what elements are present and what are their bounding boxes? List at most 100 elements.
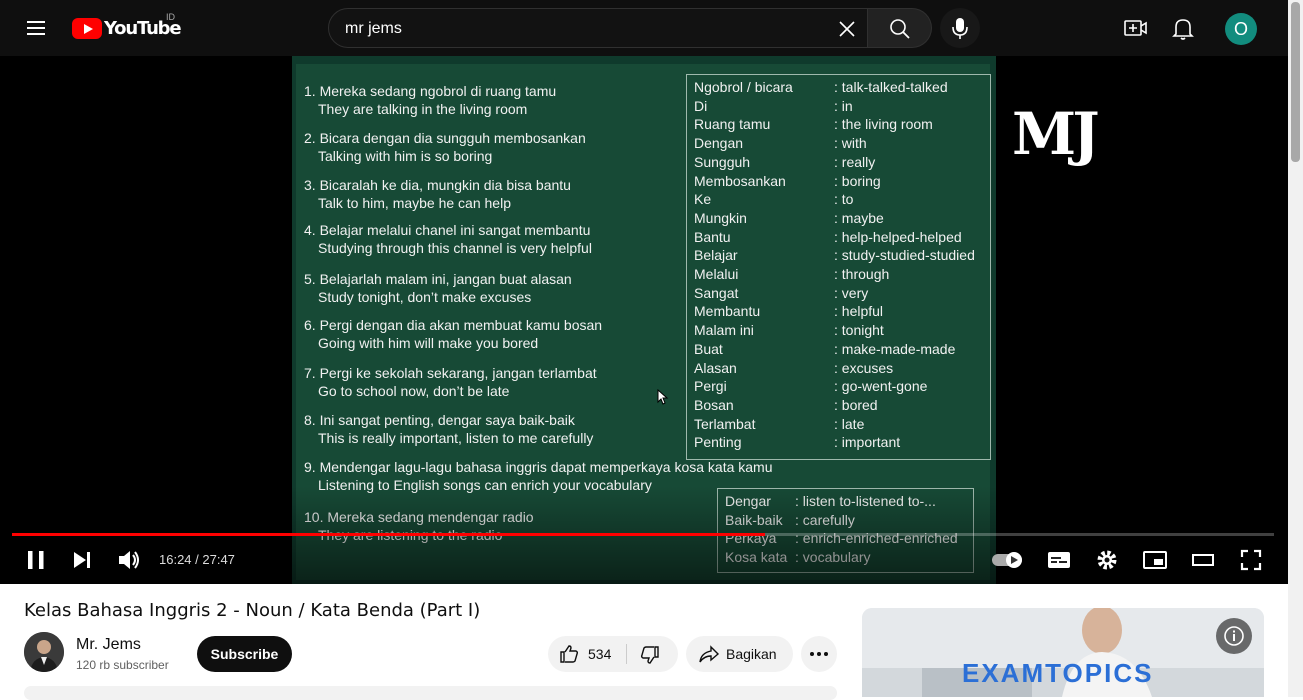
search-input[interactable] <box>345 18 825 40</box>
vocab-meaning: : important <box>834 434 901 451</box>
pause-icon <box>28 551 44 569</box>
settings-button[interactable] <box>1091 544 1123 576</box>
progress-fill <box>12 533 765 536</box>
vocab-row: Sangat: very <box>694 284 988 303</box>
vocab-word: Dengan <box>694 135 744 152</box>
youtube-logo[interactable]: YouTube ID <box>72 12 182 40</box>
page-scrollbar[interactable] <box>1288 0 1303 697</box>
autoplay-toggle-icon <box>992 552 1022 568</box>
search-box <box>328 8 868 48</box>
vocab-meaning: : late <box>834 415 865 432</box>
vocab-meaning: : help-helped-helped <box>834 228 962 245</box>
fullscreen-button[interactable] <box>1235 544 1267 576</box>
vocab-row: Malam ini : tonight <box>694 321 988 340</box>
vocab-meaning: : tonight <box>834 322 884 339</box>
dislike-button[interactable] <box>627 636 678 672</box>
vocab-row: Terlambat : late <box>694 415 988 434</box>
watch-metadata: Kelas Bahasa Inggris 2 - Noun / Kata Ben… <box>0 584 1288 700</box>
vocab-word: Penting <box>694 434 742 451</box>
time-display: 16:24 / 27:47 <box>159 552 235 567</box>
autoplay-toggle[interactable] <box>990 544 1026 576</box>
theater-mode-button[interactable] <box>1187 544 1219 576</box>
sentence-english: Talk to him, maybe he can help <box>318 195 511 211</box>
vocab-word: Belajar <box>694 247 738 264</box>
more-horizontal-icon <box>810 652 828 656</box>
vocab-row: Melalui: through <box>694 265 988 284</box>
board-sentence: 4. Belajar melalui chanel ini sangat mem… <box>304 221 592 257</box>
vocab-word: Melalui <box>694 266 739 282</box>
subscribe-button[interactable]: Subscribe <box>197 636 292 672</box>
more-actions-button[interactable] <box>801 636 837 672</box>
sentence-english: Studying through this channel is very he… <box>318 240 592 256</box>
share-button[interactable]: Bagikan <box>686 636 793 672</box>
mouse-cursor-icon <box>657 389 669 405</box>
like-count: 534 <box>588 646 612 662</box>
sentence-english: Going with him will make you bored <box>318 335 539 351</box>
ad-info-button[interactable] <box>1216 618 1252 654</box>
clear-search-button[interactable] <box>833 15 861 43</box>
vocab-row: Sungguh : really <box>694 153 988 172</box>
vocab-row: Alasan : excuses <box>694 359 988 378</box>
mute-button[interactable] <box>112 544 144 576</box>
share-label: Bagikan <box>726 646 777 662</box>
sentence-indonesian: 2. Bicara dengan dia sungguh membosankan <box>304 130 586 146</box>
subtitles-icon <box>1048 552 1070 568</box>
channel-watermark: MJ <box>1012 100 1100 168</box>
sentence-indonesian: 3. Bicaralah ke dia, mungkin dia bisa ba… <box>304 177 571 193</box>
vocab-word: Ke <box>694 191 712 208</box>
vocab-word: Alasan <box>694 359 737 376</box>
like-button[interactable]: 534 <box>548 636 626 672</box>
vocab-row: Bantu: help-helped-helped <box>694 228 988 247</box>
voice-search-button[interactable] <box>940 8 980 48</box>
channel-avatar[interactable] <box>24 632 64 672</box>
ad-banner[interactable]: EXAMTOPICS <box>862 608 1264 697</box>
vocab-row: Belajar: study-studied-studied <box>694 246 988 265</box>
notifications-button[interactable] <box>1163 8 1203 48</box>
search-button[interactable] <box>868 8 932 48</box>
video-player[interactable]: 1. Mereka sedang ngobrol di ruang tamu Th… <box>0 56 1288 584</box>
board-sentence: 3. Bicaralah ke dia, mungkin dia bisa ba… <box>304 176 571 212</box>
scrollbar-thumb[interactable] <box>1291 2 1300 162</box>
miniplayer-button[interactable] <box>1139 544 1171 576</box>
channel-avatar-image <box>24 632 64 672</box>
create-button[interactable] <box>1115 8 1155 48</box>
sentence-indonesian: 4. Belajar melalui chanel ini sangat mem… <box>304 222 591 238</box>
vocab-meaning: : excuses <box>834 359 894 376</box>
create-video-icon <box>1124 20 1147 36</box>
vocab-word: Buat <box>694 340 723 357</box>
avatar-letter: O <box>1233 19 1248 39</box>
sentence-indonesian: 1. Mereka sedang ngobrol di ruang tamu <box>304 83 557 99</box>
sentence-indonesian: 6. Pergi dengan dia akan membuat kamu bo… <box>304 317 603 333</box>
vocab-word: Terlambat <box>694 415 756 432</box>
vocab-meaning: : very <box>834 284 869 301</box>
sentence-english: Talking with him is so boring <box>318 148 493 164</box>
search-icon <box>890 19 910 39</box>
vocab-row: Ke: to <box>694 190 988 209</box>
vocab-row: Ngobrol / bicara: talk-talked-talked <box>694 78 988 97</box>
description-box[interactable] <box>24 686 837 700</box>
vocab-row: Buat: make-made-made <box>694 340 988 359</box>
vocab-meaning: : boring <box>834 172 881 189</box>
pause-button[interactable] <box>20 544 52 576</box>
vocab-row: Bosan: bored <box>694 396 988 415</box>
channel-name[interactable]: Mr. Jems <box>76 636 141 654</box>
vocab-word: Bosan <box>694 396 734 413</box>
sentence-indonesian: 8. Ini sangat penting, dengar saya baik-… <box>304 412 575 428</box>
menu-icon[interactable] <box>24 17 48 39</box>
sentence-english: They are talking in the living room <box>318 101 528 117</box>
vocab-meaning: : really <box>834 153 876 170</box>
sentence-english: Study tonight, don’t make excuses <box>318 289 532 305</box>
next-button[interactable] <box>66 544 98 576</box>
sentence-english: Go to school now, don’t be late <box>318 383 510 399</box>
vocab-word: Membantu <box>694 303 761 320</box>
account-avatar[interactable]: O <box>1225 13 1257 45</box>
sentence-indonesian: 5. Belajarlah malam ini, jangan buat ala… <box>304 271 572 287</box>
vocab-word: Pergi <box>694 378 727 395</box>
progress-bar[interactable] <box>12 533 1274 536</box>
vocab-meaning: : talk-talked-talked <box>834 79 948 95</box>
vocab-word: Malam ini <box>694 322 754 339</box>
vocab-word: Membosankan <box>694 172 786 189</box>
subtitles-button[interactable] <box>1043 544 1075 576</box>
sentence-indonesian: 7. Pergi ke sekolah sekarang, jangan ter… <box>304 365 597 381</box>
vocab-word: Sungguh <box>694 153 751 170</box>
